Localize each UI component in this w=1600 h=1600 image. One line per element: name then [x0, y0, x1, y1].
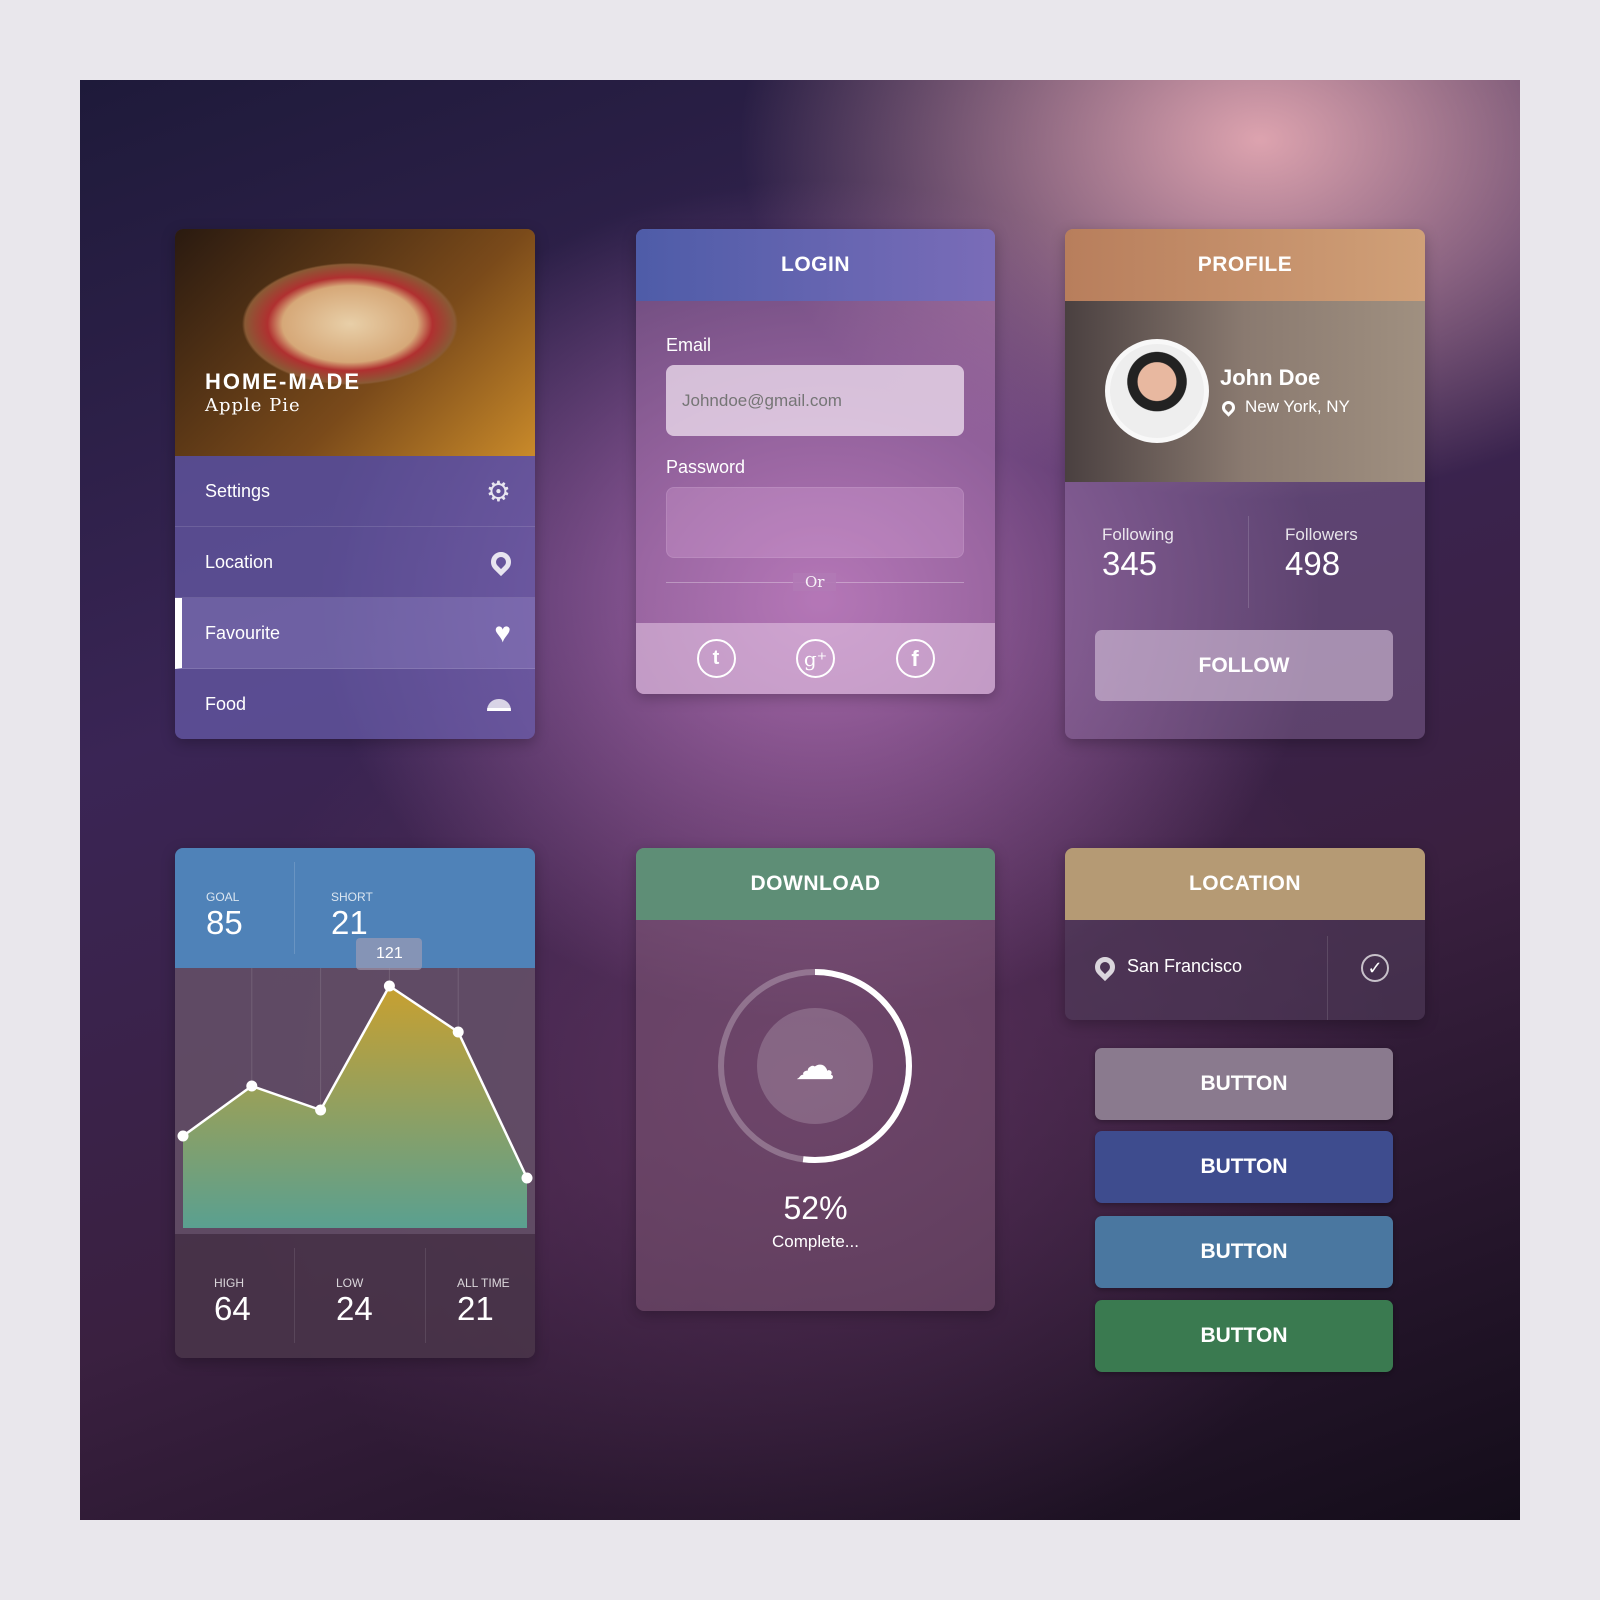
button-navy[interactable]: BUTTON: [1095, 1131, 1393, 1203]
menu-item-settings[interactable]: Settings ⚙: [175, 456, 535, 527]
or-text: Or: [793, 573, 837, 591]
area-chart: [175, 968, 535, 1234]
cloud-download-icon[interactable]: ☁: [785, 1041, 845, 1091]
login-card: LOGIN Email Password Or t g⁺ f: [636, 229, 995, 694]
email-label: Email: [666, 335, 712, 355]
menu-label: Food: [205, 694, 247, 714]
button-gray[interactable]: BUTTON: [1095, 1048, 1393, 1120]
download-card: DOWNLOAD ☁ 52% Complete...: [636, 848, 995, 1311]
cloche-icon: [487, 698, 511, 711]
low-value: 24: [336, 1290, 373, 1327]
progress-status: Complete...: [772, 1232, 859, 1251]
chart-tooltip: 121: [356, 938, 423, 970]
data-point: [383, 980, 395, 992]
password-input[interactable]: [666, 487, 964, 558]
divider: [1248, 516, 1249, 608]
profile-card: PROFILE John Doe New York, NY Following …: [1065, 229, 1425, 739]
menu-item-location[interactable]: Location: [175, 527, 535, 598]
short-label: SHORT: [331, 890, 373, 904]
menu-label: Favourite: [205, 622, 281, 643]
following-label: Following: [1102, 525, 1174, 544]
profile-header: PROFILE: [1065, 229, 1425, 301]
recipe-title: HOME-MADE: [205, 369, 362, 394]
profile-location: New York, NY: [1245, 397, 1350, 416]
menu-label: Location: [205, 551, 274, 572]
login-header: LOGIN: [636, 229, 995, 301]
social-bar: t g⁺ f: [636, 623, 995, 694]
stats-header: GOAL 85 SHORT 21: [175, 848, 535, 968]
data-point: [521, 1172, 533, 1184]
check-icon[interactable]: ✓: [1361, 954, 1389, 982]
button-blue[interactable]: BUTTON: [1095, 1216, 1393, 1288]
heart-icon: ♥: [494, 617, 511, 648]
profile-cover: John Doe New York, NY: [1065, 301, 1425, 482]
goal-value: 85: [206, 904, 243, 941]
goal-label: GOAL: [206, 890, 240, 904]
location-city: San Francisco: [1127, 956, 1243, 976]
button-green[interactable]: BUTTON: [1095, 1300, 1393, 1372]
area-fill: [183, 986, 527, 1228]
gear-icon: ⚙: [485, 475, 511, 507]
stats-card: GOAL 85 SHORT 21 121 HIGH 64 LOW 24 ALL TIME…: [175, 848, 535, 1358]
google-plus-icon[interactable]: g⁺: [796, 639, 835, 678]
pie-image: HOME-MADE Apple Pie: [175, 229, 535, 456]
menu-item-favourite[interactable]: Favourite ♥: [175, 598, 535, 669]
alltime-value: 21: [457, 1290, 494, 1327]
password-label: Password: [666, 457, 746, 477]
data-point: [315, 1104, 327, 1116]
alltime-label: ALL TIME: [457, 1276, 510, 1290]
twitter-icon[interactable]: t: [696, 639, 736, 678]
follow-button[interactable]: FOLLOW: [1095, 630, 1393, 701]
progress-percent: 52%: [783, 1190, 848, 1226]
location-card: LOCATION San Francisco ✓: [1065, 848, 1425, 1020]
pin-icon: [1219, 397, 1238, 417]
email-input[interactable]: [666, 365, 964, 436]
location-header: LOCATION: [1065, 848, 1425, 920]
data-point: [177, 1130, 189, 1142]
short-value: 21: [331, 904, 368, 941]
profile-name: John Doe: [1220, 365, 1321, 390]
data-point: [452, 1026, 464, 1038]
pin-icon: [486, 547, 516, 577]
high-value: 64: [214, 1290, 251, 1327]
data-point: [246, 1080, 258, 1092]
recipe-subtitle: Apple Pie: [205, 395, 301, 416]
menu-item-food[interactable]: Food: [175, 669, 535, 739]
menu-label: Settings: [205, 480, 271, 501]
followers-label: Followers: [1285, 525, 1358, 544]
download-header: DOWNLOAD: [636, 848, 995, 920]
following-count: 345: [1102, 545, 1158, 582]
avatar: [1105, 339, 1209, 443]
low-label: LOW: [336, 1276, 364, 1290]
pin-icon: [1090, 952, 1120, 981]
recipe-card: HOME-MADE Apple Pie Settings ⚙ Location F…: [175, 229, 535, 739]
followers-count: 498: [1285, 545, 1341, 582]
canvas: HOME-MADE Apple Pie Settings ⚙ Location F…: [80, 80, 1520, 1520]
high-label: HIGH: [214, 1276, 244, 1290]
facebook-icon[interactable]: f: [895, 639, 935, 678]
